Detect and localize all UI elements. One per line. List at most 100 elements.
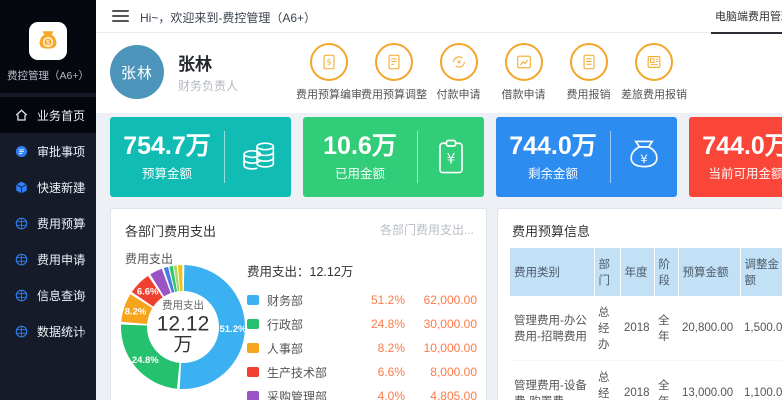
legend-swatch [247, 319, 259, 329]
moneybag-logo-icon: $ [29, 22, 67, 60]
sidebar-item-label: 数据统计 [37, 323, 85, 340]
payment-request-icon: ¥ [440, 43, 478, 81]
stat-card-budget: 754.7万 预算金额 [110, 117, 291, 197]
budget-review-icon: $ [310, 43, 348, 81]
col-stage: 阶段 [654, 248, 678, 296]
stat-card-remaining: 744.0万 剩余金额 ¥ [496, 117, 677, 197]
svg-text:¥: ¥ [640, 152, 648, 166]
clipboard-yen-icon: ¥ [418, 135, 484, 179]
svg-text:51.2%: 51.2% [219, 324, 246, 335]
sidebar: $ 费控管理（A6+） 业务首页 审批事项 [0, 0, 96, 400]
action-travel-claim[interactable]: 差旅费用报销 [621, 43, 686, 102]
quick-actions: $ 费用预算编审 费用预算调整 ¥ 付款申请 借款申请 [296, 43, 686, 102]
col-department: 部门 [594, 248, 620, 296]
action-loan-request[interactable]: 借款申请 [491, 43, 556, 102]
approval-icon [13, 143, 29, 159]
legend-item: 生产技术部 6.6% 8,000.00 [247, 360, 477, 384]
legend-swatch [247, 367, 259, 377]
budget-table: 费用类别 部门 年度 阶段 预算金额 调整金额 可用金额 管理费用-办公费用-招… [510, 248, 782, 400]
table-row: 管理费用-设备费-购置费 总经办 2018 全年 13,000.00 1,100… [510, 361, 782, 400]
sidebar-item-statistics[interactable]: 数据统计 [0, 313, 96, 349]
stat-value: 754.7万 [110, 132, 224, 161]
coins-icon [225, 134, 291, 180]
action-label: 费用预算编审 [296, 86, 361, 102]
sidebar-item-expense-apply[interactable]: 费用申请 [0, 241, 96, 277]
stat-value: 10.6万 [303, 132, 417, 161]
home-icon [13, 107, 29, 123]
legend-swatch [247, 343, 259, 353]
budget-icon [13, 215, 29, 231]
action-label: 费用报销 [556, 86, 621, 102]
svg-text:¥: ¥ [447, 151, 456, 167]
tab-pc-expense[interactable]: 电脑端费用管理 [711, 8, 782, 34]
department-expense-panel: 各部门费用支出 各部门费用支出... 费用支出 51.2%24.8%8.2%6.… [110, 208, 487, 400]
sidebar-item-home[interactable]: 业务首页 [0, 97, 96, 133]
table-row: 管理费用-办公费用-招聘费用 总经办 2018 全年 20,800.00 1,5… [510, 296, 782, 361]
budget-info-panel: 费用预算信息 费用类别 部门 年度 阶段 预算金额 调整金额 可用金额 管理费用… [497, 208, 782, 400]
menu-toggle-icon[interactable] [112, 10, 129, 25]
budget-adjust-icon [375, 43, 413, 81]
action-label: 借款申请 [491, 86, 556, 102]
legend-item: 行政部 24.8% 30,000.00 [247, 312, 477, 336]
col-expense-type: 费用类别 [510, 248, 594, 296]
svg-text:$: $ [326, 58, 331, 67]
svg-text:6.6%: 6.6% [137, 287, 159, 298]
stat-card-available: 744.0万 当前可用金额 ¥ [689, 117, 782, 197]
sidebar-item-label: 费用预算 [37, 215, 85, 232]
col-budget-amount: 预算金额 [678, 248, 740, 296]
sidebar-item-label: 快速新建 [37, 179, 85, 196]
sidebar-item-info-query[interactable]: 信息查询 [0, 277, 96, 313]
stat-label: 已用金额 [303, 163, 417, 182]
panel-title: 费用预算信息 [498, 209, 782, 240]
welcome-text: Hi~，欢迎来到-费控管理（A6+） [140, 9, 316, 26]
legend-item: 人事部 8.2% 10,000.00 [247, 336, 477, 360]
sidebar-menu: 业务首页 审批事项 快速新建 费用预算 [0, 97, 96, 349]
stat-label: 剩余金额 [496, 163, 610, 182]
svg-text:$: $ [46, 38, 50, 47]
action-expense-claim[interactable]: 费用报销 [556, 43, 621, 102]
svg-text:8.2%: 8.2% [125, 306, 147, 317]
stat-label: 当前可用金额 [689, 163, 782, 182]
table-header-row: 费用类别 部门 年度 阶段 预算金额 调整金额 可用金额 [510, 248, 782, 296]
dashboard-page: $ 费控管理（A6+） 业务首页 审批事项 [0, 0, 782, 400]
stat-value: 744.0万 [689, 132, 782, 161]
donut-chart: 51.2%24.8%8.2%6.6% 费用支出 12.12 万 [117, 261, 249, 393]
stats-icon [13, 323, 29, 339]
sidebar-item-budget[interactable]: 费用预算 [0, 205, 96, 241]
legend-item: 财务部 51.2% 62,000.00 [247, 288, 477, 312]
user-band: 张林 张林 财务负责人 $ 费用预算编审 费用预算调整 ¥ 付款申请 [96, 33, 782, 113]
avatar: 张林 [110, 45, 164, 99]
expense-claim-icon [570, 43, 608, 81]
action-budget-review[interactable]: $ 费用预算编审 [296, 43, 361, 102]
sidebar-item-label: 信息查询 [37, 287, 85, 304]
sidebar-item-label: 业务首页 [37, 107, 85, 124]
legend-total: 费用支出：12.12万 [247, 261, 477, 280]
sidebar-item-approvals[interactable]: 审批事项 [0, 133, 96, 169]
app-name: 费控管理（A6+） [0, 68, 96, 83]
chart-legend: 费用支出：12.12万 财务部 51.2% 62,000.00 行政部 24.8… [247, 261, 477, 400]
stat-label: 预算金额 [110, 163, 224, 182]
legend-swatch [247, 391, 259, 400]
department-expense-select[interactable]: 各部门费用支出... [380, 221, 474, 238]
action-budget-adjust[interactable]: 费用预算调整 [361, 43, 426, 102]
sidebar-item-quick-create[interactable]: 快速新建 [0, 169, 96, 205]
action-payment-request[interactable]: ¥ 付款申请 [426, 43, 491, 102]
stat-card-used: 10.6万 已用金额 ¥ [303, 117, 484, 197]
topbar: Hi~，欢迎来到-费控管理（A6+） 电脑端费用管理 [96, 0, 782, 33]
app-logo-box: $ 费控管理（A6+） [0, 0, 96, 93]
user-name: 张林 [178, 50, 212, 75]
query-icon [13, 287, 29, 303]
action-label: 付款申请 [426, 86, 491, 102]
svg-text:24.8%: 24.8% [132, 355, 159, 366]
quick-create-icon [13, 179, 29, 195]
action-label: 费用预算调整 [361, 86, 426, 102]
sidebar-item-label: 审批事项 [37, 143, 85, 160]
legend-item: 采购管理部 4.0% 4,805.00 [247, 384, 477, 400]
travel-claim-icon [635, 43, 673, 81]
col-adjust-amount: 调整金额 [740, 248, 782, 296]
user-role: 财务负责人 [178, 77, 238, 94]
legend-swatch [247, 295, 259, 305]
col-year: 年度 [620, 248, 654, 296]
loan-request-icon [505, 43, 543, 81]
moneybag-yen-icon: ¥ [611, 135, 677, 179]
